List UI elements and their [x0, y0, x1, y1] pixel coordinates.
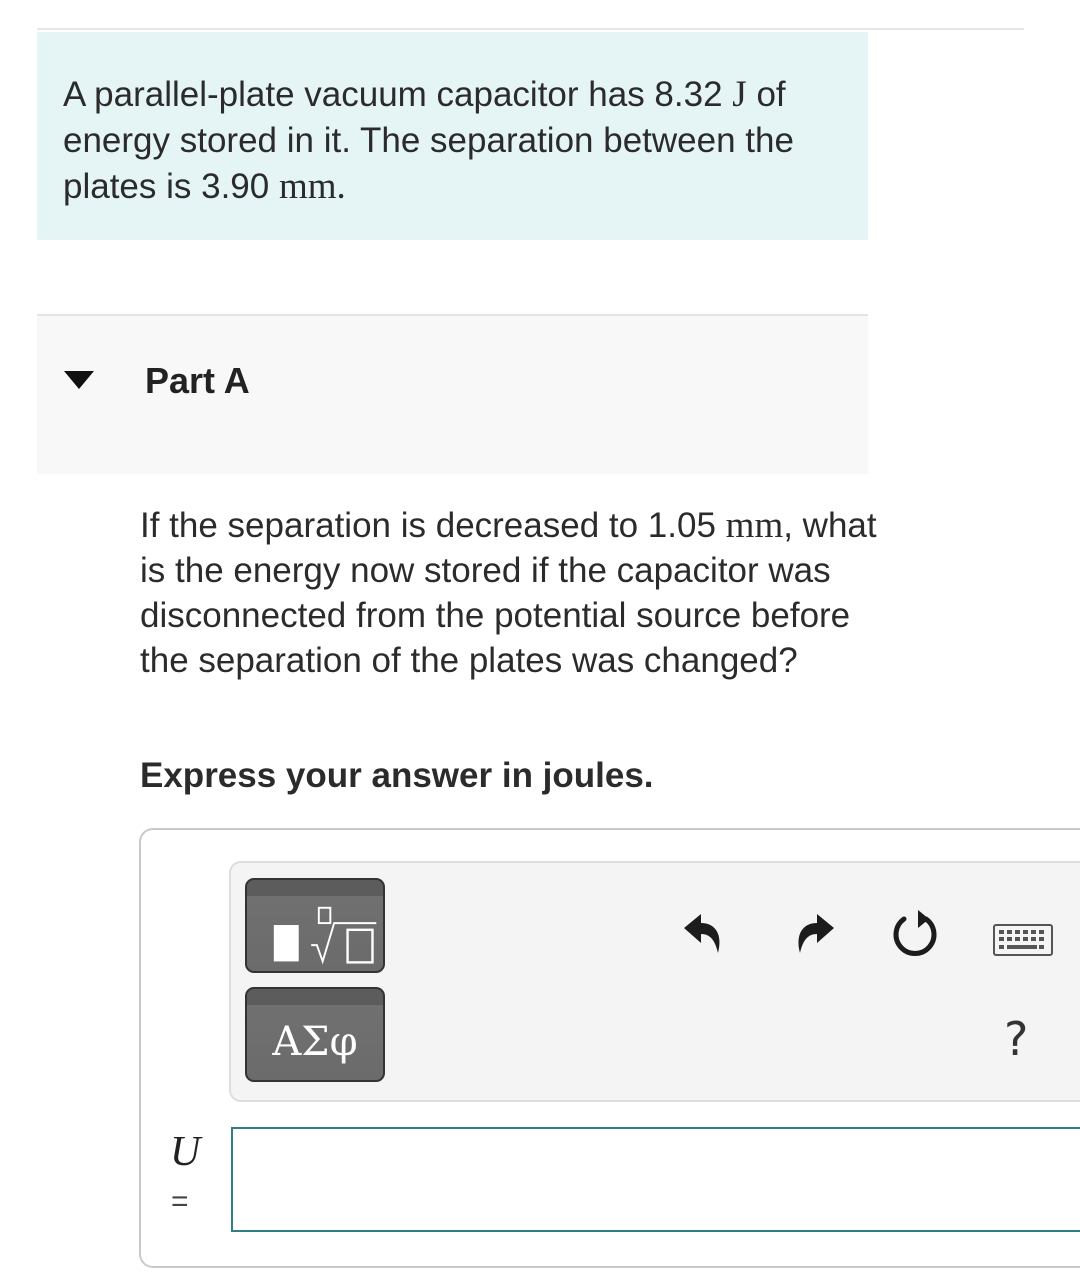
- answer-instruction: Express your answer in joules.: [140, 756, 654, 795]
- equals-sign: =: [171, 1185, 189, 1218]
- templates-button[interactable]: [245, 878, 385, 973]
- keyboard-icon[interactable]: [992, 923, 1054, 957]
- part-a-header[interactable]: Part A: [37, 314, 868, 474]
- templates-icon: [273, 906, 377, 965]
- redo-icon[interactable]: [790, 909, 838, 957]
- intro-text-1: A parallel-plate vacuum capacitor has 8.…: [63, 75, 723, 114]
- answer-variable: U: [170, 1129, 201, 1175]
- question-text-1: If the separation is decreased to 1.05: [140, 506, 716, 545]
- question-text: If the separation is decreased to 1.05 m…: [140, 503, 880, 683]
- collapse-caret-icon[interactable]: [64, 371, 94, 389]
- intro-unit-length: mm: [278, 166, 337, 207]
- part-title: Part A: [145, 360, 250, 401]
- undo-icon[interactable]: [680, 909, 728, 957]
- answer-input[interactable]: [231, 1127, 1080, 1232]
- top-divider: [37, 28, 1024, 30]
- greek-symbols-label: ΑΣφ: [272, 1019, 358, 1065]
- intro-period: .: [336, 166, 346, 207]
- greek-symbols-button[interactable]: ΑΣφ: [245, 987, 385, 1082]
- problem-intro: A parallel-plate vacuum capacitor has 8.…: [37, 32, 868, 240]
- reset-icon[interactable]: [888, 907, 942, 961]
- question-unit-length: mm: [725, 505, 784, 546]
- intro-unit-energy: J: [732, 74, 747, 115]
- help-button[interactable]: ?: [1004, 1012, 1028, 1066]
